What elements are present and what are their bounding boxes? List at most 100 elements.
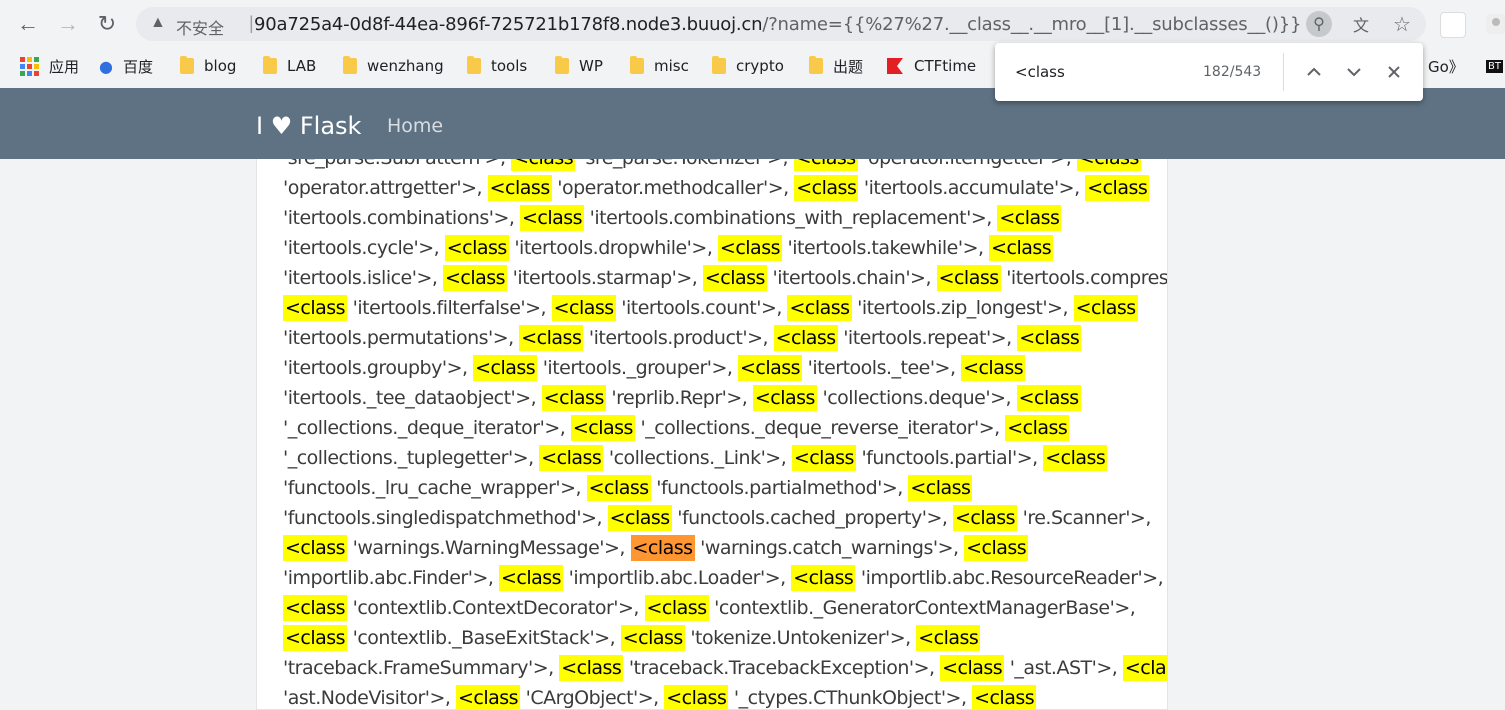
match-highlight: <class xyxy=(1005,415,1070,441)
output-text: 'CArgObject'>, xyxy=(520,687,665,709)
bookmark-baidu[interactable]: ● 百度 xyxy=(99,56,153,76)
bookmark-tools[interactable]: tools xyxy=(467,56,527,76)
back-icon[interactable]: ← xyxy=(14,10,42,38)
match-highlight: <class xyxy=(1122,655,1167,681)
output-line: 'ast.NodeVisitor'>, <class 'CArgObject'>… xyxy=(283,683,1153,709)
output-text: 'itertools.permutations'>, xyxy=(283,327,520,349)
output-text: 'itertools._tee_dataobject'>, xyxy=(283,387,542,409)
bookmark-wp[interactable]: WP xyxy=(555,56,603,76)
output-text: 'functools.partialmethod'>, xyxy=(650,477,909,499)
address-bar[interactable]: ▲ 不安全 | 90a725a4-0d8f-44ea-896f-725721b1… xyxy=(136,7,1426,41)
match-highlight: <class xyxy=(551,295,616,321)
match-highlight: <class xyxy=(644,595,709,621)
match-highlight: <class xyxy=(473,355,538,381)
bookmark-label: crypto xyxy=(736,57,784,75)
security-label[interactable]: 不安全 xyxy=(176,15,224,39)
subclasses-output: 'sre_parse.SubPattern'>, <class 'sre_par… xyxy=(283,143,1167,709)
find-next-button[interactable] xyxy=(1341,59,1367,85)
output-line: '_collections._tuplegetter'>, <class 'co… xyxy=(283,443,1153,473)
site-brand[interactable]: I ♥ Flask xyxy=(256,112,361,140)
url-path: /?name={{%27%27.__class__.__mro__[1].__s… xyxy=(762,14,1302,35)
chevron-down-icon xyxy=(1347,68,1361,77)
match-highlight: <class xyxy=(791,565,856,591)
match-highlight: <class xyxy=(997,205,1062,231)
output-text: 'importlib.abc.Finder'>, xyxy=(283,567,499,589)
output-text: 'collections.deque'>, xyxy=(816,387,1017,409)
output-line: 'itertools.combinations'>, <class 'itert… xyxy=(283,203,1153,233)
output-text: 'itertools._grouper'>, xyxy=(537,357,738,379)
bookmark-apps[interactable]: 应用 xyxy=(20,56,79,76)
reload-icon[interactable]: ↻ xyxy=(93,10,121,38)
match-highlight: <class xyxy=(444,235,509,261)
output-line: <class 'itertools.filterfalse'>, <class … xyxy=(283,293,1153,323)
bookmark-chuti[interactable]: 出题 xyxy=(809,56,863,76)
output-text: 'itertools.combinations_with_replacement… xyxy=(584,207,998,229)
match-highlight: <class xyxy=(787,295,852,321)
output-text: '_collections._tuplegetter'>, xyxy=(283,447,540,469)
bookmark-overflow-label: Go》 xyxy=(1428,57,1464,76)
match-highlight: <class xyxy=(989,235,1054,261)
bookmark-lab[interactable]: LAB xyxy=(263,56,316,76)
profile-icon[interactable] xyxy=(1484,12,1505,36)
match-highlight: <class xyxy=(541,385,606,411)
match-highlight: <class xyxy=(487,175,552,201)
nav-home-link[interactable]: Home xyxy=(387,115,443,137)
output-line: 'operator.attrgetter'>, <class 'operator… xyxy=(283,173,1153,203)
output-line: <class 'warnings.WarningMessage'>, <clas… xyxy=(283,533,1153,563)
warning-icon[interactable]: ▲ xyxy=(150,14,166,32)
bookmark-crypto[interactable]: crypto xyxy=(712,56,784,76)
output-text: 'itertools.islice'>, xyxy=(283,267,443,289)
bookmark-wenzhang[interactable]: wenzhang xyxy=(343,56,444,76)
output-text: 'warnings.catch_warnings'>, xyxy=(694,537,965,559)
match-highlight: <class xyxy=(586,475,651,501)
output-line: 'itertools.islice'>, <class 'itertools.s… xyxy=(283,263,1167,293)
match-highlight: <class xyxy=(1017,325,1082,351)
bookmark-label: misc xyxy=(654,57,689,75)
match-highlight: <class xyxy=(936,265,1001,291)
close-icon xyxy=(1388,66,1400,78)
output-text: 'functools.partial'>, xyxy=(855,447,1044,469)
match-highlight: <class xyxy=(717,235,782,261)
output-text: 'operator.methodcaller'>, xyxy=(551,177,795,199)
match-highlight: <class xyxy=(940,655,1005,681)
extension-icon[interactable] xyxy=(1440,12,1466,38)
folder-icon xyxy=(180,56,194,74)
match-highlight: <class xyxy=(952,505,1018,531)
output-line: 'itertools.groupby'>, <class 'itertools.… xyxy=(283,353,1153,383)
match-highlight: <class xyxy=(519,325,584,351)
output-text: 'contextlib._BaseExitStack'>, xyxy=(347,627,621,649)
output-line: '_collections._deque_iterator'>, <class … xyxy=(283,413,1153,443)
bookmark-star-icon[interactable]: ☆ xyxy=(1389,11,1415,37)
match-highlight: <class xyxy=(1016,385,1081,411)
output-text: 'functools.cached_property'>, xyxy=(671,507,953,529)
bookmark-overflow[interactable]: Go》 xyxy=(1428,56,1464,76)
bookmark-blog[interactable]: blog xyxy=(180,56,236,76)
output-text: 'collections._Link'>, xyxy=(603,447,792,469)
match-highlight: <class xyxy=(607,505,672,531)
output-text: 'importlib.abc.Loader'>, xyxy=(563,567,792,589)
bookmark-ctftime[interactable]: CTFtime xyxy=(885,56,976,76)
bt-icon: BT xyxy=(1486,59,1503,73)
match-highlight: <class xyxy=(539,445,604,471)
match-highlight: <class xyxy=(442,265,508,291)
find-prev-button[interactable] xyxy=(1301,59,1327,85)
translate-icon[interactable]: 文 xyxy=(1348,11,1374,37)
find-close-button[interactable] xyxy=(1381,59,1407,85)
url-text[interactable]: 90a725a4-0d8f-44ea-896f-725721b178f8.nod… xyxy=(254,14,1301,35)
output-text: '_collections._deque_reverse_iterator'>, xyxy=(634,417,1006,439)
bookmark-misc[interactable]: misc xyxy=(630,56,689,76)
output-text: 'itertools.zip_longest'>, xyxy=(851,297,1074,319)
bookmark-bt[interactable]: BT xyxy=(1486,56,1503,76)
find-in-page-icon[interactable]: ⚲ xyxy=(1306,11,1332,37)
output-line: 'itertools.permutations'>, <class 'itert… xyxy=(283,323,1153,353)
bookmark-label: CTFtime xyxy=(914,57,977,75)
output-line: <class 'contextlib.ContextDecorator'>, <… xyxy=(283,593,1153,623)
find-input[interactable]: <class xyxy=(1015,63,1065,81)
output-text: 're.Scanner'>, xyxy=(1017,507,1152,529)
output-line: 'itertools._tee_dataobject'>, <class 're… xyxy=(283,383,1153,413)
match-highlight: <class xyxy=(916,625,981,651)
output-text: 'itertools.count'>, xyxy=(615,297,788,319)
forward-icon[interactable]: → xyxy=(54,10,82,38)
output-text: 'itertools.cycle'>, xyxy=(283,237,445,259)
bookmark-label: blog xyxy=(204,57,237,75)
